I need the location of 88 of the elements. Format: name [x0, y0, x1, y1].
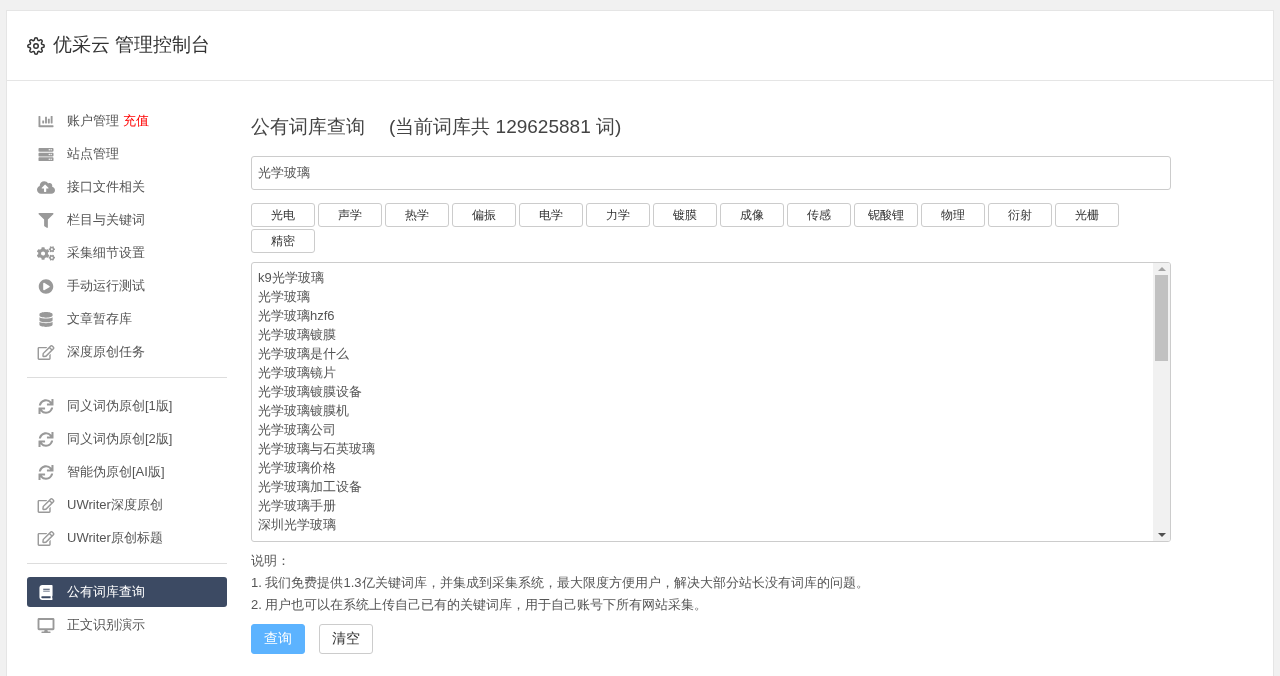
- server-icon: [37, 146, 55, 162]
- sidebar-item[interactable]: 站点管理: [27, 139, 227, 169]
- tag-button[interactable]: 镀膜: [653, 202, 717, 227]
- sidebar-label: 正文识别演示: [67, 616, 145, 635]
- sidebar-label: 栏目与关键词: [67, 211, 145, 230]
- sidebar-item[interactable]: 智能伪原创[AI版]: [27, 457, 227, 487]
- tag-button[interactable]: 铌酸锂: [854, 202, 918, 227]
- scrollbar-thumb[interactable]: [1155, 274, 1168, 361]
- sidebar-label: 文章暂存库: [67, 310, 132, 329]
- sidebar-label: 同义词伪原创[2版]: [67, 430, 173, 449]
- sidebar-item[interactable]: UWriter原创标题: [27, 523, 227, 553]
- sidebar-item[interactable]: 栏目与关键词: [27, 205, 227, 235]
- book-icon: [37, 584, 55, 600]
- sidebar-item[interactable]: 深度原创任务: [27, 337, 227, 367]
- tag-button[interactable]: 光栅: [1055, 202, 1119, 227]
- sidebar-label: 深度原创任务: [67, 343, 145, 362]
- sidebar-item[interactable]: 账户管理 充值: [27, 106, 227, 136]
- sidebar-item[interactable]: UWriter深度原创: [27, 490, 227, 520]
- scrollbar[interactable]: [1153, 262, 1170, 541]
- result-line: 光学玻璃hzf6: [258, 306, 336, 325]
- result-line: 光学玻璃是什么: [258, 344, 350, 363]
- refresh-icon: [37, 464, 55, 480]
- result-line: 光学玻璃镀膜: [258, 325, 337, 344]
- result-line: 光学玻璃价格: [258, 458, 337, 477]
- play-icon: [37, 278, 55, 294]
- clear-button[interactable]: 清空: [319, 623, 373, 654]
- sidebar-label: 公有词库查询: [67, 583, 145, 602]
- tag-button[interactable]: 偏振: [452, 202, 516, 227]
- sidebar-label: 智能伪原创[AI版]: [67, 463, 165, 482]
- sidebar-item[interactable]: 采集细节设置: [27, 238, 227, 268]
- sidebar-label: UWriter原创标题: [67, 529, 163, 548]
- note-text: 1. 我们免费提供1.3亿关键词库，并集成到采集系统，最大限度方便用户，解决大部分站长没有词库的问题。: [251, 573, 870, 592]
- gears-icon: [37, 245, 55, 261]
- sidebar-label: 同义词伪原创[1版]: [67, 397, 173, 416]
- sidebar-item[interactable]: 手动运行测试: [27, 271, 227, 301]
- result-line: 光学玻璃镀膜设备: [258, 382, 363, 401]
- tag-button[interactable]: 衍射: [988, 202, 1052, 227]
- edit-icon: [37, 530, 55, 546]
- result-line: 光学玻璃: [258, 287, 311, 306]
- result-line: 深圳光学玻璃: [258, 515, 337, 534]
- result-line: 光学玻璃加工设备: [258, 477, 363, 496]
- edit-icon: [37, 344, 55, 360]
- sidebar-item[interactable]: 文章暂存库: [27, 304, 227, 334]
- result-line: 光学玻璃镜片: [258, 363, 337, 382]
- tag-button[interactable]: 力学: [586, 202, 650, 227]
- sidebar-item[interactable]: 接口文件相关: [27, 172, 227, 202]
- tag-button[interactable]: 精密: [251, 228, 315, 253]
- tag-button[interactable]: 热学: [385, 202, 449, 227]
- refresh-icon: [37, 398, 55, 414]
- cloud-upload-icon: [37, 179, 55, 195]
- result-line: 光学玻璃公司: [258, 420, 337, 439]
- sidebar-item[interactable]: 正文识别演示: [27, 610, 227, 640]
- edit-icon: [37, 497, 55, 513]
- sidebar-label: 手动运行测试: [67, 277, 145, 296]
- search-field[interactable]: 光学玻璃: [251, 155, 1171, 190]
- sidebar-label: 采集细节设置: [67, 244, 145, 263]
- notes-heading: 说明：: [251, 551, 291, 570]
- tag-button[interactable]: 成像: [720, 202, 784, 227]
- result-line: 光学玻璃与石英玻璃: [258, 439, 376, 458]
- results-list[interactable]: k9光学玻璃 光学玻璃 光学玻璃hzf6 光学玻璃镀膜 光学玻璃是什么 光学玻璃镜片 光学玻璃镀膜设备 光学玻璃镀膜机 光学玻璃公司 光学玻璃与石英玻璃 光学玻璃价格 光学玻璃加工设备 光学玻璃手册 深圳光学玻璃: [251, 261, 1171, 542]
- settings-icon: [27, 36, 45, 55]
- tag-button[interactable]: 物理: [921, 202, 985, 227]
- database-icon: [37, 311, 55, 327]
- sidebar-item[interactable]: 同义词伪原创[2版]: [27, 424, 227, 454]
- result-line: 光学玻璃手册: [258, 496, 337, 515]
- word-count: (当前词库共 129625881 词): [389, 115, 622, 139]
- monitor-icon: [37, 617, 55, 633]
- result-line: k9光学玻璃: [258, 268, 325, 287]
- tag-button[interactable]: 传感: [787, 202, 851, 227]
- result-line: 光学玻璃镀膜机: [258, 401, 350, 420]
- sidebar-item[interactable]: 公有词库查询: [27, 577, 227, 607]
- sidebar-label: UWriter深度原创: [67, 496, 163, 515]
- filter-icon: [37, 212, 55, 228]
- console-title: 优采云 管理控制台: [53, 33, 211, 58]
- page-title: 公有词库查询: [251, 115, 365, 139]
- sidebar-label: 接口文件相关: [67, 178, 145, 197]
- refresh-icon: [37, 431, 55, 447]
- scroll-down-icon[interactable]: [1157, 532, 1166, 537]
- bar-chart-icon: [37, 113, 55, 129]
- scroll-up-icon[interactable]: [1157, 266, 1166, 271]
- tag-button[interactable]: 声学: [318, 202, 382, 227]
- sidebar-item[interactable]: 同义词伪原创[1版]: [27, 391, 227, 421]
- note-text: 2. 用户也可以在系统上传自己已有的关键词库，用于自己账号下所有网站采集。: [251, 595, 709, 614]
- sidebar-label: 站点管理: [67, 145, 119, 164]
- tag-button[interactable]: 光电: [251, 202, 315, 227]
- sidebar-label: 账户管理: [67, 112, 119, 131]
- recharge-link[interactable]: 充值: [123, 111, 149, 131]
- tag-button[interactable]: 电学: [519, 202, 583, 227]
